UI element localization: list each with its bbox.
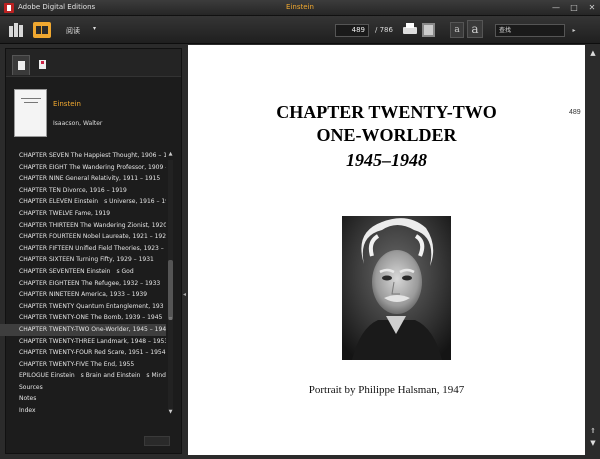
current-page-input[interactable]: 489 [335,24,369,37]
scroll-top-icon[interactable]: ⇑ [588,426,598,436]
chapter-title: CHAPTER TWENTY-TWO [276,102,497,122]
collapse-sidebar-icon[interactable]: ◂ [182,290,187,300]
bookmarks-icon [18,61,25,70]
close-button[interactable]: ✕ [587,2,597,13]
toc-item[interactable]: CHAPTER EIGHTEEN The Refugee, 1932 – 193… [0,278,166,290]
toc-item[interactable]: CHAPTER TWENTY-THREE Landmark, 1948 – 19… [0,336,166,348]
maximize-button[interactable]: □ [569,2,579,13]
toc-item[interactable]: CHAPTER NINETEEN America, 1933 – 1939 [0,289,166,301]
chapter-subtitle: ONE-WORLDER [316,125,457,145]
scroll-thumb[interactable] [168,260,173,320]
toc-item[interactable]: Index [0,405,166,417]
toc-item[interactable]: CHAPTER THIRTEEN The Wandering Zionist, … [0,220,166,232]
window-controls: — □ ✕ [551,2,597,13]
reading-page[interactable]: 489 CHAPTER TWENTY-TWO ONE-WORLDER 1945–… [188,45,585,455]
tab-annotations[interactable] [34,55,52,75]
scroll-up-icon[interactable]: ▲ [167,151,174,158]
toc-item[interactable]: EPILOGUE Einstein s Brain and Einstein s… [0,370,166,382]
scroll-grip-icon[interactable]: ≡ [167,315,174,323]
increase-font-button[interactable]: a [467,20,483,38]
toc-item[interactable]: CHAPTER TWELVE Fame, 1919 [0,208,166,220]
toc-item[interactable]: CHAPTER ELEVEN Einstein s Universe, 1916… [0,196,166,208]
app-logo-icon [4,3,14,13]
sidebar-footer-button[interactable] [144,436,170,446]
minimize-button[interactable]: — [551,2,561,13]
tab-bookmarks[interactable] [12,55,30,75]
chevron-down-icon[interactable]: ▾ [93,25,96,32]
toc-item[interactable]: CHAPTER TWENTY Quantum Entanglement, 193 [0,301,166,313]
toc-item[interactable]: CHAPTER TWENTY-FIVE The End, 1955 [0,359,166,371]
toc-item[interactable]: CHAPTER EIGHT The Wandering Professor, 1… [0,162,166,174]
toc-item[interactable]: CHAPTER SIXTEEN Turning Fifty, 1929 – 19… [0,254,166,266]
page-scrollbar[interactable]: ▲ ⇑ ▼ [586,45,600,459]
toc-item[interactable]: CHAPTER TWENTY-FOUR Red Scare, 1951 – 19… [0,347,166,359]
toolbar: 阅读 ▾ 489 / 786 a a 查找 ▸ [0,16,600,44]
chapter-years: 1945–1948 [346,150,427,170]
fit-page-icon[interactable] [422,23,435,37]
toc-item[interactable]: Sources [0,382,166,394]
app-title: Adobe Digital Editions [18,3,96,11]
toc-item[interactable]: Notes [0,393,166,405]
decrease-font-button[interactable]: a [450,22,464,38]
reading-view-icon[interactable] [33,22,51,38]
search-go-icon[interactable]: ▸ [568,25,580,36]
sidebar: Einstein Isaacson, Walter CHAPTER SEVEN … [0,45,187,459]
table-of-contents: CHAPTER SEVEN The Happiest Thought, 1906… [0,150,166,418]
total-pages: / 786 [375,26,393,34]
photo-caption: Portrait by Philippe Halsman, 1947 [308,384,465,396]
view-mode-dropdown[interactable]: 阅读 [66,26,80,36]
book-author: Isaacson, Walter [53,120,103,127]
annotations-icon [39,60,46,69]
scroll-down-icon[interactable]: ▼ [588,438,598,448]
toc-scrollbar[interactable]: ▲ ≡ ▼ [166,150,175,418]
library-icon[interactable] [9,23,25,37]
toc-item[interactable]: CHAPTER FIFTEEN Unified Field Theories, … [0,243,166,255]
print-icon[interactable] [403,23,417,37]
toc-item[interactable]: CHAPTER FOURTEEN Nobel Laureate, 1921 – … [0,231,166,243]
toc-item[interactable]: CHAPTER NINE General Relativity, 1911 – … [0,173,166,185]
toc-item[interactable]: CHAPTER TWENTY-ONE The Bomb, 1939 – 1945 [0,312,166,324]
search-input[interactable]: 查找 [495,24,565,37]
scroll-down-icon[interactable]: ▼ [167,408,174,416]
toc-item[interactable]: CHAPTER TEN Divorce, 1916 – 1919 [0,185,166,197]
title-bar: Adobe Digital Editions Einstein — □ ✕ [0,0,600,16]
sidebar-tabs [6,49,181,77]
scroll-up-icon[interactable]: ▲ [588,48,598,58]
toc-item[interactable]: CHAPTER TWENTY-TWO One-Worlder, 1945 – 1… [0,323,166,336]
toc-item[interactable]: CHAPTER SEVEN The Happiest Thought, 1906… [0,150,166,162]
portrait-photo [342,216,451,360]
book-title: Einstein [53,100,81,108]
book-cover-thumbnail[interactable] [14,89,47,137]
toc-item[interactable]: CHAPTER SEVENTEEN Einstein s God [0,266,166,278]
